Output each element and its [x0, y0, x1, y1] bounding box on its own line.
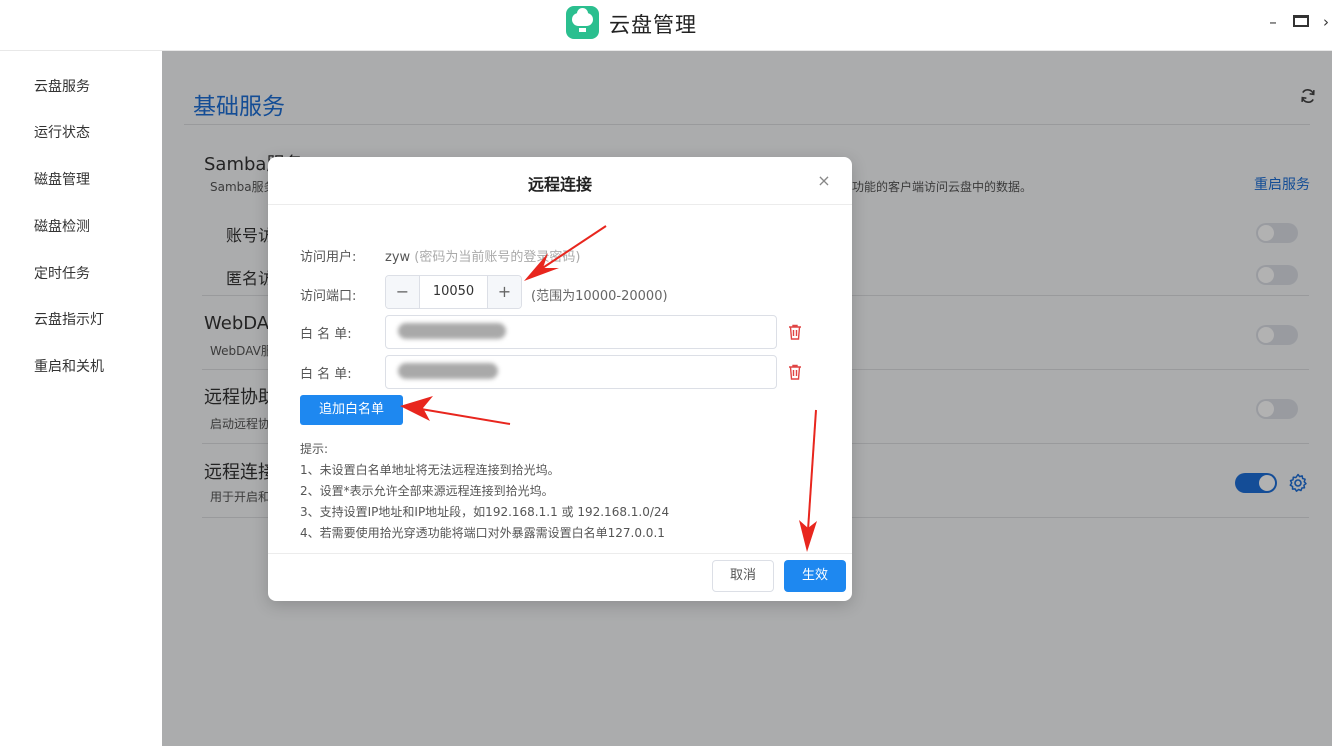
port-increment-button[interactable]: + [487, 276, 521, 308]
title-bar: 云盘管理 – › [0, 0, 1332, 51]
port-range-note: (范围为10000-20000) [531, 289, 668, 304]
access-user-label: 访问用户: [300, 250, 357, 265]
tip-item: 2、设置*表示允许全部来源远程连接到拾光坞。 [300, 484, 554, 498]
tip-item: 4、若需要使用拾光穿透功能将端口对外暴露需设置白名单127.0.0.1 [300, 526, 665, 540]
dialog-footer-divider [268, 553, 852, 554]
cancel-button[interactable]: 取消 [712, 560, 774, 592]
redacted-value [398, 323, 506, 339]
sidebar: 云盘服务 运行状态 磁盘管理 磁盘检测 定时任务 云盘指示灯 重启和关机 [0, 51, 162, 746]
port-input[interactable]: 10050 [420, 276, 487, 308]
dialog-close-icon[interactable]: × [817, 171, 831, 190]
port-decrement-button[interactable]: − [386, 276, 420, 308]
sidebar-item-run-status[interactable]: 运行状态 [34, 122, 90, 142]
minimize-button[interactable]: – [1264, 12, 1282, 32]
sidebar-item-disk-management[interactable]: 磁盘管理 [34, 169, 90, 189]
whitelist-input[interactable] [385, 315, 777, 349]
access-user-name: zyw [385, 250, 411, 265]
whitelist-label: 白 名 单: [300, 367, 352, 382]
whitelist-label: 白 名 单: [300, 327, 352, 342]
tips-heading: 提示: [300, 442, 329, 456]
access-user-note: (密码为当前账号的登录密码) [414, 250, 581, 265]
redacted-value [398, 363, 498, 379]
sidebar-item-disk-check[interactable]: 磁盘检测 [34, 216, 90, 236]
maximize-button[interactable] [1293, 15, 1309, 27]
tip-item: 1、未设置白名单地址将无法远程连接到拾光坞。 [300, 463, 560, 477]
trash-icon[interactable] [788, 364, 802, 380]
port-stepper: − 10050 + [385, 275, 522, 309]
apply-button[interactable]: 生效 [784, 560, 846, 592]
trash-icon[interactable] [788, 324, 802, 340]
access-port-label: 访问端口: [300, 289, 357, 304]
cloud-disk-logo-icon [566, 6, 599, 39]
close-button[interactable]: › [1320, 12, 1332, 32]
dialog-title: 远程连接 [527, 175, 592, 194]
sidebar-item-restart-shutdown[interactable]: 重启和关机 [34, 356, 104, 376]
sidebar-item-indicator-light[interactable]: 云盘指示灯 [34, 309, 104, 329]
sidebar-item-scheduled-tasks[interactable]: 定时任务 [34, 263, 90, 283]
tips-block: 提示: 1、未设置白名单地址将无法远程连接到拾光坞。 2、设置*表示允许全部来源… [300, 439, 669, 544]
dialog-header-divider [268, 204, 852, 205]
remote-connection-dialog: 远程连接 × 访问用户: zyw (密码为当前账号的登录密码) 访问端口: − … [268, 157, 852, 601]
sidebar-item-cloud-service[interactable]: 云盘服务 [34, 76, 90, 96]
app-title: 云盘管理 [609, 13, 697, 37]
tip-item: 3、支持设置IP地址和IP地址段，如192.168.1.1 或 192.168.… [300, 505, 670, 519]
access-user-value: zyw (密码为当前账号的登录密码) [385, 246, 580, 265]
add-whitelist-button[interactable]: 追加白名单 [300, 395, 403, 425]
whitelist-input[interactable] [385, 355, 777, 389]
